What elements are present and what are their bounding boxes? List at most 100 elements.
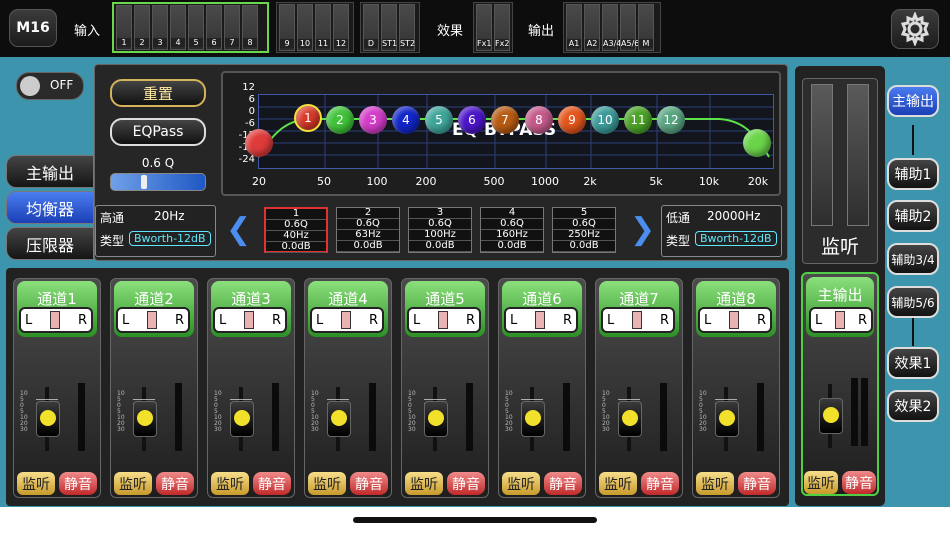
main-pan-control[interactable]: LR (809, 307, 873, 333)
band-handle[interactable]: 5 (425, 106, 453, 134)
pan-control[interactable]: LR (116, 307, 190, 333)
mute-button[interactable]: 静音 (350, 472, 388, 495)
input-meter-9[interactable]: 9 (279, 4, 295, 51)
channel-fader[interactable] (230, 387, 254, 451)
input-meter-1[interactable]: 1 (116, 5, 132, 50)
fx-meter-2[interactable]: Fx2 (494, 4, 510, 51)
highpass-type-select[interactable]: Bworth-12dB (129, 231, 211, 246)
monitor-button[interactable]: 监听 (502, 472, 540, 495)
tab-main-output[interactable]: 主输出 (6, 155, 94, 188)
input-meters-1-8[interactable]: 1 2 3 4 5 6 7 8 (112, 2, 269, 53)
highpass-handle[interactable] (245, 129, 273, 157)
band-detail-4[interactable]: 4 0.6Q 160Hz 0.0dB (480, 207, 544, 253)
lowpass-type-select[interactable]: Bworth-12dB (695, 231, 777, 246)
mute-button[interactable]: 静音 (544, 472, 582, 495)
channel-fader[interactable] (424, 387, 448, 451)
monitor-button[interactable]: 监听 (696, 472, 734, 495)
out-meter-a56[interactable]: A5/6 (620, 4, 639, 51)
input-meter-10[interactable]: 10 (297, 4, 313, 51)
fader-knob[interactable] (36, 401, 60, 437)
reset-button[interactable]: 重置 (110, 79, 206, 107)
model-button[interactable]: M16 (9, 9, 57, 47)
fader-knob[interactable] (715, 401, 739, 437)
fader-knob[interactable] (230, 401, 254, 437)
next-bands-arrow[interactable]: ❯ (630, 212, 655, 247)
input-meter-st2[interactable]: ST2 (399, 4, 415, 51)
pan-control[interactable]: LR (310, 307, 384, 333)
input-meter-8[interactable]: 8 (242, 5, 258, 50)
main-monitor-button[interactable]: 监听 (804, 471, 838, 494)
band-handle[interactable]: 12 (657, 106, 685, 134)
input-meter-11[interactable]: 11 (315, 4, 331, 51)
fx-meters[interactable]: Fx1 Fx2 (473, 2, 513, 53)
fader-knob[interactable] (819, 398, 843, 434)
q-slider[interactable] (110, 173, 206, 191)
monitor-button[interactable]: 监听 (211, 472, 249, 495)
input-meter-4[interactable]: 4 (170, 5, 186, 50)
mute-button[interactable]: 静音 (156, 472, 194, 495)
eqpass-button[interactable]: EQPass (110, 118, 206, 146)
input-meter-d[interactable]: D (363, 4, 379, 51)
pan-control[interactable]: LR (407, 307, 481, 333)
input-meter-12[interactable]: 12 (333, 4, 349, 51)
mute-button[interactable]: 静音 (59, 472, 97, 495)
band-handle[interactable]: 7 (491, 106, 519, 134)
fx-meter-1[interactable]: Fx1 (476, 4, 492, 51)
input-meter-7[interactable]: 7 (224, 5, 240, 50)
route-aux-2[interactable]: 辅助2 (887, 200, 939, 232)
monitor-button[interactable]: 监听 (599, 472, 637, 495)
band-handle[interactable]: 4 (392, 106, 420, 134)
lowpass-handle[interactable] (743, 129, 771, 157)
channel-fader[interactable] (133, 387, 157, 451)
input-meters-9-12[interactable]: 9 10 11 12 (276, 2, 354, 53)
channel-fader[interactable] (715, 387, 739, 451)
band-handle[interactable]: 8 (525, 106, 553, 134)
route-fx-2[interactable]: 效果2 (887, 390, 939, 422)
out-meter-a2[interactable]: A2 (584, 4, 600, 51)
input-meter-6[interactable]: 6 (206, 5, 222, 50)
enable-toggle[interactable]: OFF (16, 72, 84, 100)
monitor-button[interactable]: 监听 (114, 472, 152, 495)
input-meter-st1[interactable]: ST1 (381, 4, 397, 51)
band-detail-3[interactable]: 3 0.6Q 100Hz 0.0dB (408, 207, 472, 253)
q-slider-thumb[interactable] (141, 175, 147, 189)
pan-control[interactable]: LR (19, 307, 93, 333)
fader-knob[interactable] (424, 401, 448, 437)
channel-fader[interactable] (521, 387, 545, 451)
settings-button[interactable] (891, 9, 939, 49)
band-handle[interactable]: 2 (326, 106, 354, 134)
lowpass-freq[interactable]: 20000Hz (707, 209, 761, 223)
highpass-freq[interactable]: 20Hz (154, 209, 185, 223)
monitor-button[interactable]: 监听 (308, 472, 346, 495)
pan-control[interactable]: LR (213, 307, 287, 333)
band-detail-2[interactable]: 2 0.6Q 63Hz 0.0dB (336, 207, 400, 253)
out-meter-m[interactable]: M (638, 4, 654, 51)
band-handle[interactable]: 6 (458, 106, 486, 134)
input-meter-5[interactable]: 5 (188, 5, 204, 50)
fader-knob[interactable] (521, 401, 545, 437)
monitor-button[interactable]: 监听 (17, 472, 55, 495)
main-fader[interactable] (819, 384, 843, 448)
band-detail-1[interactable]: 1 0.6Q 40Hz 0.0dB (264, 207, 328, 253)
band-handle[interactable]: 11 (624, 106, 652, 134)
mute-button[interactable]: 静音 (447, 472, 485, 495)
output-meters[interactable]: A1 A2 A3/4 A5/6 M (563, 2, 661, 53)
tab-equalizer[interactable]: 均衡器 (6, 191, 94, 224)
fader-knob[interactable] (133, 401, 157, 437)
pan-control[interactable]: LR (504, 307, 578, 333)
input-meter-3[interactable]: 3 (152, 5, 168, 50)
monitor-button[interactable]: 监听 (405, 472, 443, 495)
band-handle[interactable]: 1 (294, 104, 322, 132)
out-meter-a34[interactable]: A3/4 (602, 4, 621, 51)
fader-knob[interactable] (618, 401, 642, 437)
route-aux-1[interactable]: 辅助1 (887, 158, 939, 190)
mute-button[interactable]: 静音 (641, 472, 679, 495)
pan-control[interactable]: LR (601, 307, 675, 333)
tab-compressor[interactable]: 压限器 (6, 227, 94, 260)
route-aux-5-6[interactable]: 辅助5/6 (887, 286, 939, 318)
channel-fader[interactable] (618, 387, 642, 451)
prev-bands-arrow[interactable]: ❮ (226, 212, 251, 247)
band-handle[interactable]: 10 (591, 106, 619, 134)
out-meter-a1[interactable]: A1 (566, 4, 582, 51)
band-detail-5[interactable]: 5 0.6Q 250Hz 0.0dB (552, 207, 616, 253)
